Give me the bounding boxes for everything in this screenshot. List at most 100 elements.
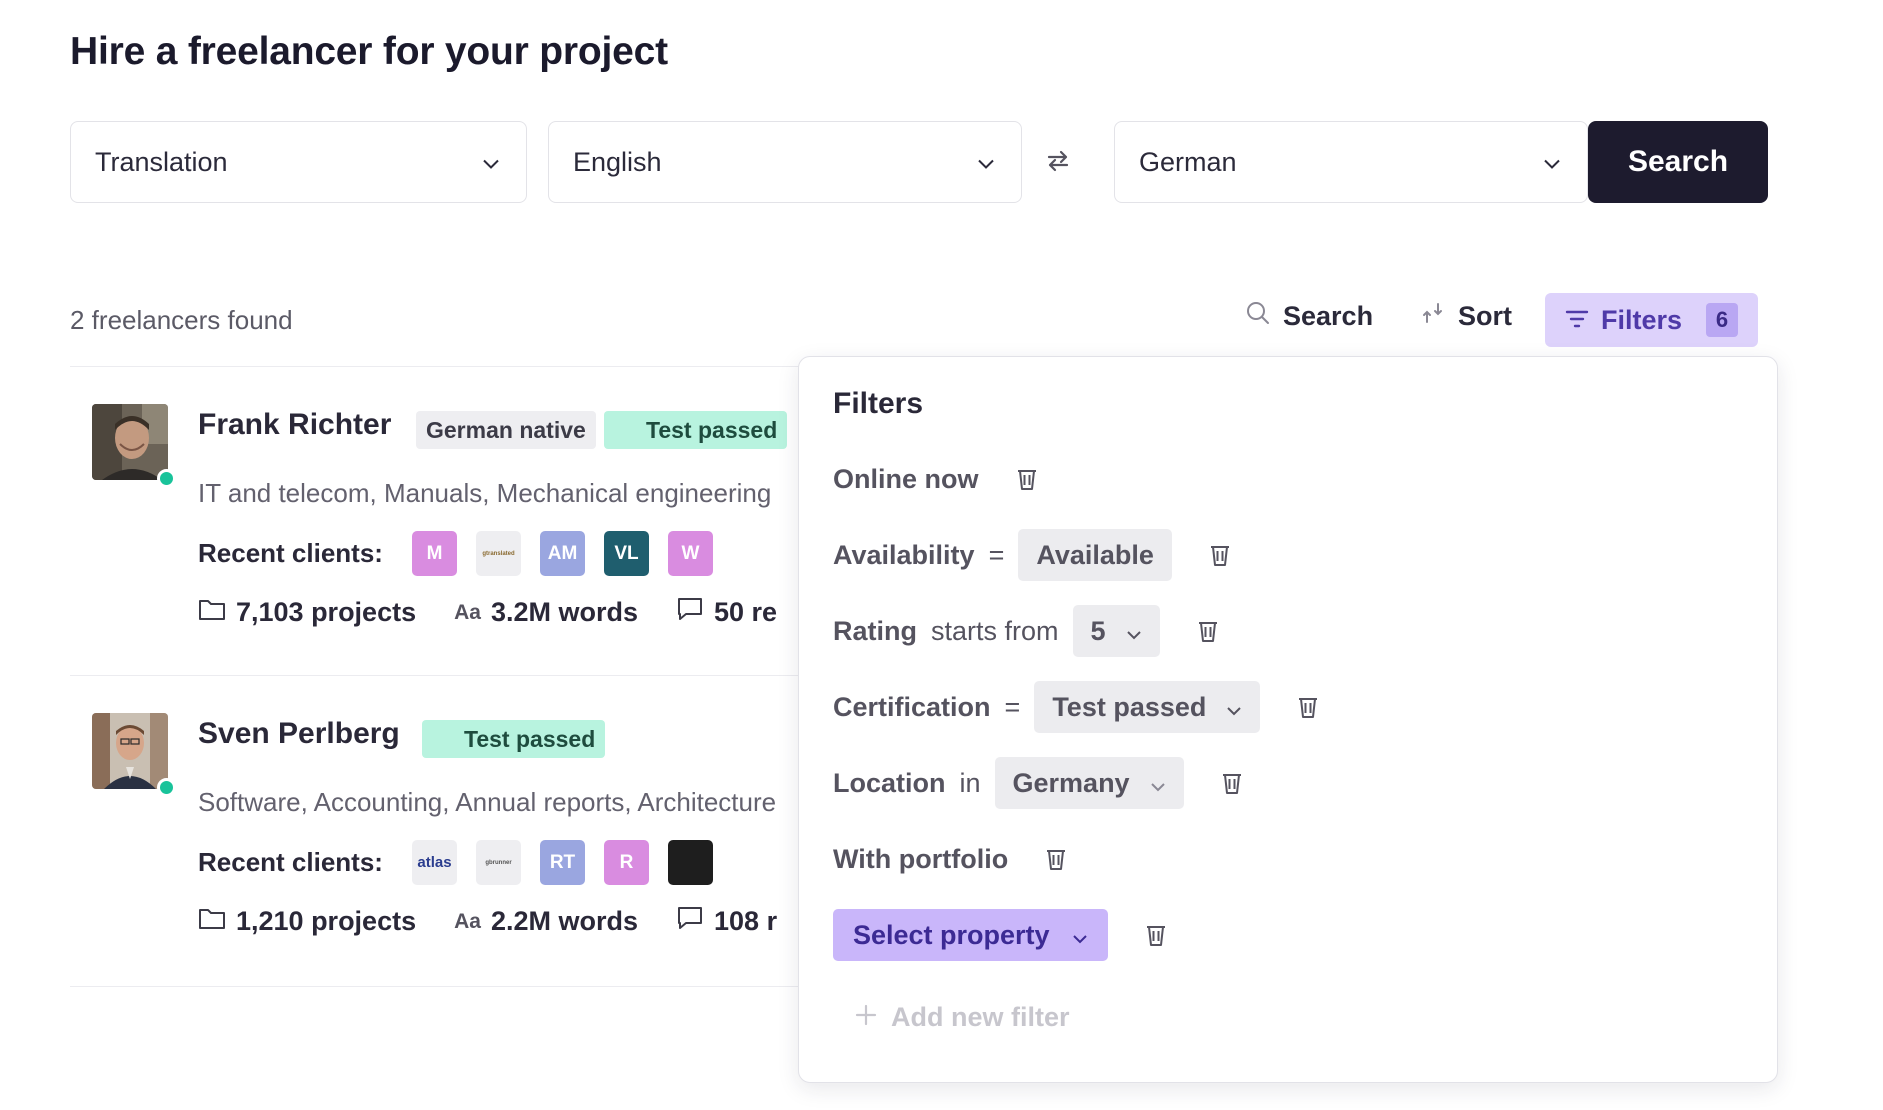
words-count: 3.2M words: [490, 597, 639, 627]
filter-value: 5: [1090, 615, 1106, 646]
test-passed-badge: Test passed: [604, 411, 788, 449]
filter-row-with-portfolio: With portfolio: [833, 833, 1068, 885]
filter-property: Online now: [833, 463, 979, 494]
avatar[interactable]: [92, 404, 168, 480]
filter-property: Rating: [833, 615, 917, 646]
filters-panel: Filters Online now Availability = Availa…: [798, 356, 1778, 1083]
results-search-label: Search: [1283, 301, 1374, 331]
client-logo: gtranslated: [476, 531, 521, 576]
comment-icon: [676, 596, 704, 629]
rating-value-select[interactable]: 5: [1072, 605, 1160, 657]
chevron-down-icon: [482, 147, 500, 178]
add-new-filter-button[interactable]: Add new filter: [855, 1002, 1070, 1033]
filter-row-certification: Certification = Test passed: [833, 681, 1320, 733]
client-logo: W: [668, 531, 713, 576]
filter-value: Test passed: [1052, 691, 1207, 722]
target-language-select[interactable]: German: [1114, 121, 1588, 203]
recent-clients-label: Recent clients:: [198, 847, 383, 877]
text-size-icon: Aa: [454, 600, 481, 624]
folder-icon: [198, 906, 226, 937]
filters-button[interactable]: Filters 6: [1545, 293, 1758, 347]
projects-stat: 7,103 projects: [198, 597, 416, 628]
filter-row-location: Location in Germany: [833, 757, 1244, 809]
online-status-indicator: [157, 469, 176, 488]
comment-icon: [676, 905, 704, 938]
filters-panel-title: Filters: [833, 387, 924, 420]
freelancer-stats: 1,210 projects Aa 2.2M words 108 r: [198, 905, 790, 938]
chevron-down-icon: [1543, 147, 1561, 178]
client-logo: VL: [604, 531, 649, 576]
filter-row-rating: Rating starts from 5: [833, 605, 1220, 657]
filters-count-badge: 6: [1706, 303, 1738, 337]
filter-value: Germany: [1012, 767, 1130, 798]
filter-operator: starts from: [931, 615, 1059, 646]
certification-value-select[interactable]: Test passed: [1034, 681, 1261, 733]
reviews-count: 108 r: [714, 906, 778, 936]
filter-row-online-now: Online now: [833, 453, 1039, 505]
words-stat: Aa 3.2M words: [454, 597, 638, 628]
reviews-count: 50 re: [714, 597, 778, 627]
avatar[interactable]: [92, 713, 168, 789]
trash-icon[interactable]: [1208, 542, 1232, 568]
results-search-button[interactable]: Search: [1245, 300, 1373, 333]
swap-languages-icon[interactable]: [1040, 143, 1076, 179]
filter-property: Location: [833, 767, 946, 798]
select-property-dropdown[interactable]: Select property: [833, 909, 1108, 961]
service-select-value: Translation: [95, 146, 228, 177]
chevron-down-icon: [1072, 920, 1088, 951]
freelancer-name[interactable]: Sven Perlberg: [198, 717, 400, 751]
source-language-select[interactable]: English: [548, 121, 1022, 203]
filter-property: Certification: [833, 691, 991, 722]
projects-count: 7,103 projects: [236, 597, 417, 627]
sort-button[interactable]: Sort: [1420, 300, 1512, 333]
source-language-value: English: [573, 146, 662, 177]
search-button[interactable]: Search: [1588, 121, 1768, 203]
online-status-indicator: [157, 778, 176, 797]
target-language-value: German: [1139, 146, 1237, 177]
trash-icon[interactable]: [1220, 770, 1244, 796]
sort-icon: [1420, 300, 1446, 333]
select-property-label: Select property: [853, 919, 1050, 950]
client-logo: AM: [540, 531, 585, 576]
search-icon: [1245, 300, 1271, 333]
filter-operator: =: [988, 539, 1005, 570]
filters-label: Filters: [1601, 304, 1683, 335]
freelancer-stats: 7,103 projects Aa 3.2M words 50 re: [198, 596, 790, 629]
filter-operator: =: [1004, 691, 1021, 722]
chevron-down-icon: [1226, 692, 1242, 723]
recent-clients-label: Recent clients:: [198, 538, 383, 568]
sort-label: Sort: [1458, 301, 1512, 331]
test-passed-badge: Test passed: [422, 720, 606, 758]
service-select[interactable]: Translation: [70, 121, 527, 203]
trash-icon[interactable]: [1296, 694, 1320, 720]
results-count: 2 freelancers found: [70, 305, 293, 335]
freelancer-card[interactable]: Sven Perlberg Test passed Software, Acco…: [70, 675, 790, 975]
client-logo: RT: [540, 840, 585, 885]
client-logo: R: [604, 840, 649, 885]
chevron-down-icon: [977, 147, 995, 178]
filter-row-new: Select property: [833, 909, 1168, 961]
trash-icon[interactable]: [1144, 922, 1168, 948]
client-logo: atlas: [412, 840, 457, 885]
filter-property: With portfolio: [833, 843, 1009, 874]
folder-icon: [198, 597, 226, 628]
add-new-filter-label: Add new filter: [891, 1002, 1070, 1032]
availability-value-select[interactable]: Available: [1018, 529, 1172, 581]
freelancer-name[interactable]: Frank Richter: [198, 408, 391, 442]
freelancer-card[interactable]: Frank Richter German native Test passed …: [70, 366, 790, 666]
trash-icon[interactable]: [1015, 466, 1039, 492]
skills-list: Software, Accounting, Annual reports, Ar…: [198, 787, 777, 817]
plus-icon: [855, 1002, 877, 1033]
filter-property: Availability: [833, 539, 975, 570]
reviews-stat: 50 re: [676, 596, 777, 629]
filter-operator: in: [959, 767, 981, 798]
location-value-select[interactable]: Germany: [994, 757, 1184, 809]
trash-icon[interactable]: [1044, 846, 1068, 872]
trash-icon[interactable]: [1196, 618, 1220, 644]
chevron-down-icon: [1150, 768, 1166, 799]
native-badge: German native: [416, 411, 596, 449]
filter-icon: [1565, 305, 1589, 336]
filter-row-availability: Availability = Available: [833, 529, 1232, 581]
skills-list: IT and telecom, Manuals, Mechanical engi…: [198, 478, 772, 508]
client-logo: [668, 840, 713, 885]
